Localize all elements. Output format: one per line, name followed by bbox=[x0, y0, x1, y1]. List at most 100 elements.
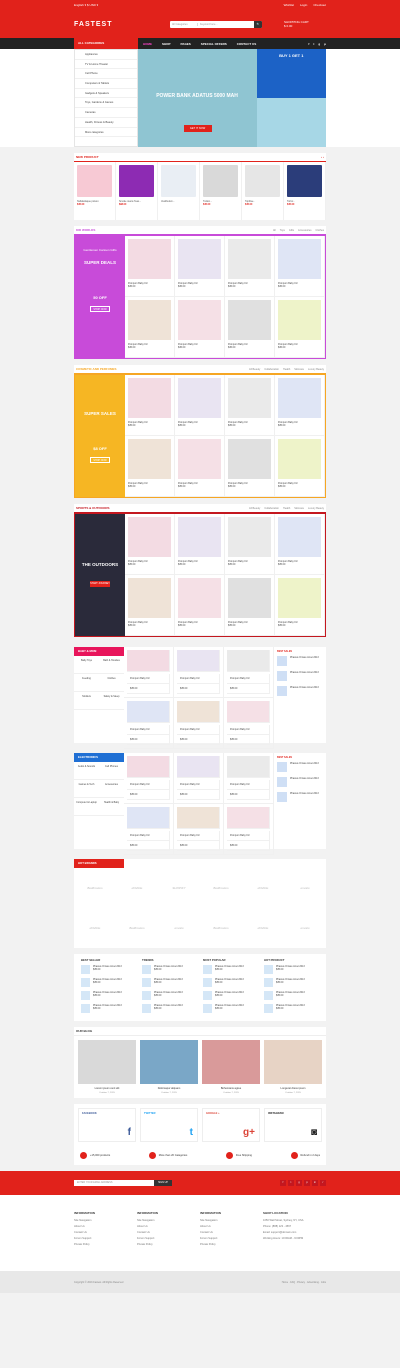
category-shortcut[interactable]: Baby Toys bbox=[74, 656, 99, 674]
product-image[interactable] bbox=[128, 239, 171, 279]
section-tab[interactable]: All bbox=[273, 229, 276, 232]
product-thumb[interactable] bbox=[203, 1004, 212, 1013]
product-image[interactable] bbox=[228, 239, 271, 279]
footer-link[interactable]: Private Policy bbox=[200, 1243, 263, 1246]
product-image[interactable] bbox=[178, 517, 221, 557]
category-item[interactable]: Health, Fitness & Beauty bbox=[75, 118, 137, 128]
product-thumb[interactable] bbox=[277, 686, 287, 696]
social-icon[interactable]: r bbox=[320, 1180, 326, 1186]
category-shortcut[interactable]: Bath & Hoodies bbox=[99, 656, 124, 674]
best-item[interactable]: Phasius Ornare Amet 2013 bbox=[277, 762, 323, 772]
product-image[interactable] bbox=[203, 165, 238, 197]
product-image[interactable] bbox=[178, 378, 221, 418]
product-card[interactable]: Pompom Baby Kiz $35.00 bbox=[225, 575, 275, 636]
product-image[interactable] bbox=[128, 578, 171, 618]
best-item[interactable]: Phasius Ornare Amet 2013 bbox=[277, 792, 323, 802]
list-item[interactable]: Phasius Ornare Amet 2013 $35.00 bbox=[203, 965, 258, 974]
brand-logo[interactable]: Bedfrosters bbox=[200, 886, 242, 890]
footer-links[interactable]: Home · FAQ · Privacy · Advertising · Job… bbox=[282, 1281, 326, 1284]
category-shortcut[interactable]: Accessories bbox=[99, 780, 124, 798]
newsletter-input[interactable]: ENTER YOUR EMAIL ADDRESS bbox=[74, 1180, 154, 1186]
category-item[interactable]: TV & Home Theater bbox=[75, 60, 137, 70]
product-name[interactable]: Pompom Baby Kiz bbox=[177, 674, 220, 684]
lang-currency[interactable]: English ▾ $ USD ▾ bbox=[74, 3, 98, 7]
product-name[interactable]: Pompom Baby Kiz bbox=[177, 725, 220, 735]
search-input[interactable]: Keyword here... bbox=[198, 23, 254, 26]
product-card[interactable]: Pompom Baby Kiz $45.00 bbox=[275, 297, 325, 358]
product-image[interactable] bbox=[128, 439, 171, 479]
product-thumb[interactable] bbox=[277, 671, 287, 681]
footer-link[interactable]: Phone: (888) 123 - 4567 bbox=[263, 1225, 326, 1228]
product-card[interactable]: Pompom Baby Kiz $35.00 bbox=[174, 804, 224, 855]
product-card[interactable]: Pompom Baby Kiz $35.00 bbox=[124, 753, 174, 804]
logo[interactable]: FASTEST bbox=[74, 21, 170, 28]
list-item[interactable]: Phasius Ornare Amet 2013 $35.00 bbox=[264, 965, 319, 974]
blog-title[interactable]: Bohemians agree bbox=[202, 1087, 260, 1090]
cart-button[interactable]: SHOPPING CART $ 0.00 bbox=[284, 20, 309, 28]
section-tab[interactable]: Clothes bbox=[316, 229, 324, 232]
google-icon[interactable]: g bbox=[318, 42, 320, 46]
facebook-icon[interactable]: f bbox=[308, 42, 309, 46]
login-link[interactable]: Login bbox=[300, 3, 307, 7]
product-card[interactable]: Pompom Baby Kiz $35.00 bbox=[124, 804, 174, 855]
product-thumb[interactable] bbox=[142, 991, 151, 1000]
product-image[interactable] bbox=[245, 165, 280, 197]
section-tab[interactable]: All Beauty bbox=[249, 368, 260, 371]
product-card[interactable]: Pompom Baby Kiz $35.00 bbox=[124, 698, 174, 749]
brand-logo[interactable]: Bedfrosters bbox=[116, 926, 158, 930]
footer-link[interactable]: About Us bbox=[74, 1225, 137, 1228]
nav-contact[interactable]: CONTACT US bbox=[232, 42, 261, 46]
product-image[interactable] bbox=[278, 439, 321, 479]
section-tab[interactable]: Toys bbox=[280, 229, 285, 232]
best-item-name[interactable]: Phasius Ornare Amet 2013 bbox=[290, 671, 319, 681]
slider-cta-button[interactable]: GET IT NOW bbox=[183, 125, 212, 132]
product-image[interactable] bbox=[278, 578, 321, 618]
product-card[interactable]: Pompom Baby Kiz $45.00 bbox=[175, 236, 225, 297]
section-tab[interactable]: Skincare bbox=[294, 368, 304, 371]
product-card[interactable]: Pompom Baby Kiz $45.00 bbox=[275, 236, 325, 297]
product-image[interactable] bbox=[278, 239, 321, 279]
footer-link[interactable]: Contact Us bbox=[74, 1231, 137, 1234]
product-thumb[interactable] bbox=[277, 792, 287, 802]
product-name[interactable]: Pompom Baby Kiz bbox=[227, 831, 270, 841]
product-name[interactable]: Pompom Baby Kiz bbox=[177, 780, 220, 790]
blog-image[interactable] bbox=[202, 1040, 260, 1084]
list-item[interactable]: Phasius Ornare Amet 2013 $35.00 bbox=[264, 978, 319, 987]
product-card[interactable]: Pompom Baby Kiz $35.00 bbox=[125, 375, 175, 436]
social-icon[interactable]: f bbox=[128, 1127, 131, 1138]
best-item-name[interactable]: Phasius Ornare Amet 2013 bbox=[290, 686, 319, 696]
footer-link[interactable]: Forum Support bbox=[200, 1237, 263, 1240]
hero-slider[interactable]: POWER BANK ADATUS 5000 MAH GET IT NOW bbox=[137, 49, 257, 147]
section-tab[interactable]: Health bbox=[283, 507, 290, 510]
product-image[interactable] bbox=[227, 650, 270, 672]
product-card[interactable]: Tortor... $45.00 bbox=[284, 162, 326, 220]
footer-link[interactable]: About Us bbox=[137, 1225, 200, 1228]
product-thumb[interactable] bbox=[277, 777, 287, 787]
product-image[interactable] bbox=[287, 165, 322, 197]
product-image[interactable] bbox=[178, 439, 221, 479]
category-item[interactable]: Toys, Gardens & Games bbox=[75, 98, 137, 109]
product-image[interactable] bbox=[127, 756, 170, 778]
nav-pages[interactable]: PAGES bbox=[176, 42, 196, 46]
product-image[interactable] bbox=[228, 517, 271, 557]
footer-link[interactable]: Working Hours: 10:00AM - 9:00PM bbox=[263, 1237, 326, 1240]
social-icon[interactable]: g+ bbox=[243, 1127, 255, 1138]
product-card[interactable]: Pompom Baby Kiz $35.00 bbox=[125, 575, 175, 636]
product-card[interactable]: Pompom Baby Kiz $35.00 bbox=[224, 753, 274, 804]
best-item[interactable]: Phasius Ornare Amet 2013 bbox=[277, 656, 323, 666]
list-item[interactable]: Phasius Ornare Amet 2013 $35.00 bbox=[142, 1004, 197, 1013]
blog-image[interactable] bbox=[140, 1040, 198, 1084]
product-image[interactable] bbox=[228, 300, 271, 340]
product-image[interactable] bbox=[178, 578, 221, 618]
best-item[interactable]: Phasius Ornare Amet 2013 bbox=[277, 777, 323, 787]
product-image[interactable] bbox=[127, 701, 170, 723]
product-image[interactable] bbox=[127, 807, 170, 829]
product-image[interactable] bbox=[128, 517, 171, 557]
product-card[interactable]: Pompom Baby Kiz $35.00 bbox=[225, 514, 275, 575]
list-item[interactable]: Phasius Ornare Amet 2013 $35.00 bbox=[203, 1004, 258, 1013]
product-thumb[interactable] bbox=[264, 965, 273, 974]
product-image[interactable] bbox=[178, 300, 221, 340]
blog-card[interactable]: Lorem ipsum ount elit October 7, 2015 bbox=[78, 1040, 136, 1094]
footer-link[interactable]: Site Navigation bbox=[74, 1219, 137, 1222]
list-item[interactable]: Phasius Ornare Amet 2013 $35.00 bbox=[142, 965, 197, 974]
